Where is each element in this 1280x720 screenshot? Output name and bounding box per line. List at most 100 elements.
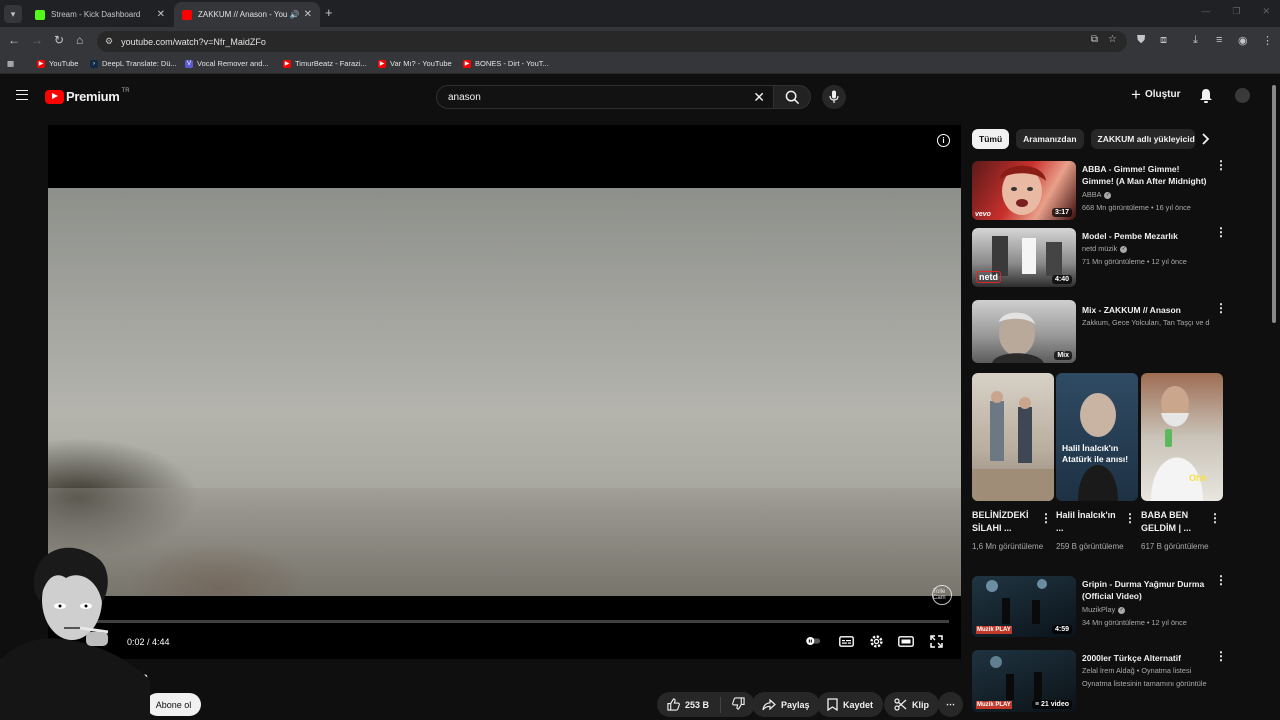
chips-next-button[interactable] xyxy=(1201,132,1210,150)
youtube-icon xyxy=(182,9,192,20)
forward-icon[interactable]: → xyxy=(31,33,43,47)
view-full-playlist[interactable]: Oynatma listesinin tamamını görüntüle xyxy=(1082,679,1207,688)
channel-name[interactable]: MuzikPlay ✓ xyxy=(1082,605,1217,614)
short-title[interactable]: BELİNİZDEKİ SİLAHI ... xyxy=(972,509,1040,535)
media-control-icon[interactable]: ≡ xyxy=(1216,34,1222,46)
short-thumbnail[interactable] xyxy=(972,373,1054,501)
close-window-icon[interactable]: ✕ xyxy=(1262,6,1270,17)
shield-icon[interactable]: ⛊ xyxy=(1137,34,1145,47)
playlist-item[interactable]: Muzik PLAY ≡ 21 video 2000ler Türkçe Alt… xyxy=(972,646,1232,712)
bookmark-youtube[interactable]: ▶ YouTube xyxy=(37,59,78,68)
video-frame[interactable] xyxy=(48,188,961,596)
video-title[interactable]: Gripin - Durma Yağmur Durma (Official Vi… xyxy=(1082,578,1212,602)
bookmark-timurbeatz[interactable]: ▶ TimurBeatz - Farazi... xyxy=(283,59,367,68)
mix-thumbnail[interactable]: Mix xyxy=(972,300,1076,363)
autoplay-icon xyxy=(805,637,821,645)
recommendation-mix[interactable]: Mix Mix - ZAKKUM // Anason Zakkum, Gece … xyxy=(972,298,1232,364)
more-options-icon[interactable] xyxy=(1215,230,1221,235)
account-avatar[interactable] xyxy=(1235,88,1250,103)
video-title[interactable]: Mix - ZAKKUM // Anason xyxy=(1082,304,1212,316)
create-button[interactable]: + Oluştur xyxy=(1131,86,1181,103)
maximize-icon[interactable]: ❐ xyxy=(1232,6,1240,17)
install-app-icon[interactable]: ⧉ xyxy=(1091,34,1098,45)
notifications-button[interactable] xyxy=(1199,88,1213,109)
channel-watermark[interactable]: Tolle Cam xyxy=(932,585,952,605)
extensions-icon[interactable]: ⧈ xyxy=(1160,34,1167,47)
bookmark-deepl[interactable]: › DeepL Translate: Dü... xyxy=(90,59,177,68)
apps-icon[interactable]: ▦ xyxy=(7,59,14,68)
short-thumbnail[interactable]: Ohh xyxy=(1141,373,1223,501)
clear-search-icon[interactable]: ✕ xyxy=(753,89,765,106)
page-scrollbar[interactable] xyxy=(1272,85,1276,323)
menu-dots-icon[interactable]: ⋮ xyxy=(1262,34,1273,47)
tab-search-button[interactable]: ▾ xyxy=(4,5,22,23)
reload-icon[interactable]: ↻ xyxy=(54,33,64,47)
video-title[interactable]: ABBA - Gimme! Gimme! Gimme! (A Man After… xyxy=(1082,163,1212,187)
autoplay-toggle[interactable] xyxy=(805,633,821,649)
short-title[interactable]: Halil İnalcık'ın ... xyxy=(1056,509,1124,535)
info-icon[interactable]: i xyxy=(937,134,950,147)
fullscreen-button[interactable] xyxy=(928,633,944,649)
recommendation-item[interactable]: vevo 3:17 ABBA - Gimme! Gimme! Gimme! (A… xyxy=(972,161,1232,223)
subscribe-button[interactable]: Abone ol xyxy=(146,693,201,716)
subtitles-button[interactable] xyxy=(838,633,854,649)
more-options-icon[interactable] xyxy=(1215,654,1221,659)
more-options-icon[interactable]: ⋮ xyxy=(1124,511,1136,525)
bookmark-var-mi[interactable]: ▶ Var Mı? - YouTube xyxy=(378,59,452,68)
site-info-icon[interactable]: ⚙ xyxy=(105,36,113,47)
search-button[interactable] xyxy=(773,85,811,109)
share-button[interactable]: Paylaş xyxy=(752,692,820,717)
more-actions-button[interactable]: ⋯ xyxy=(938,692,963,717)
more-options-icon[interactable] xyxy=(1215,163,1221,168)
bookmark-star-icon[interactable]: ☆ xyxy=(1108,34,1117,45)
playlist-thumbnail[interactable]: Muzik PLAY ≡ 21 video xyxy=(972,650,1076,712)
close-icon[interactable]: ✕ xyxy=(304,9,312,20)
video-thumbnail[interactable]: netd 4:40 xyxy=(972,228,1076,287)
speaker-icon[interactable]: 🔊 xyxy=(290,10,300,19)
dislike-button[interactable] xyxy=(732,697,745,712)
channel-name[interactable]: netd müzik ✓ xyxy=(1082,244,1217,253)
chip-all[interactable]: Tümü xyxy=(972,129,1010,149)
bookmark-bones[interactable]: ▶ BONES - Dirt - YouT... xyxy=(463,59,549,68)
video-thumbnail[interactable]: Muzik PLAY 4:59 xyxy=(972,576,1076,637)
channel-label: netd müzik xyxy=(1082,244,1118,253)
tab-youtube[interactable]: ZAKKUM // Anason - YouTube 🔊 ✕ xyxy=(174,2,320,27)
playlist-title[interactable]: 2000ler Türkçe Alternatif xyxy=(1082,652,1212,664)
download-icon[interactable]: ⤓ xyxy=(1193,34,1198,47)
channel-name[interactable]: ABBA ✓ xyxy=(1082,190,1217,199)
more-options-icon[interactable]: ⋮ xyxy=(1209,511,1221,525)
tab-kick-dashboard[interactable]: Stream - Kick Dashboard ✕ xyxy=(27,2,173,27)
recommendation-item[interactable]: Muzik PLAY 4:59 Gripin - Durma Yağmur Du… xyxy=(972,576,1232,638)
video-player[interactable]: i Tolle Cam 0:02 / 4:44 xyxy=(48,125,961,659)
minimize-icon[interactable]: — xyxy=(1201,6,1210,17)
more-options-icon[interactable]: ⋮ xyxy=(1040,511,1052,525)
more-options-icon[interactable] xyxy=(1215,578,1221,583)
like-count: 253 B xyxy=(685,699,710,710)
save-button[interactable]: Kaydet xyxy=(817,692,884,717)
short-title[interactable]: BABA BEN GELDİM | ... xyxy=(1141,509,1209,535)
video-thumbnail[interactable]: vevo 3:17 xyxy=(972,161,1076,220)
bookmark-vocal-remover[interactable]: V Vocal Remover and... xyxy=(185,59,269,68)
playlist-owner[interactable]: Zelal İrem Aldağ • Oynatma listesi xyxy=(1082,666,1217,675)
like-button[interactable]: 253 B xyxy=(667,698,709,711)
new-tab-button[interactable]: + xyxy=(325,5,333,20)
recommendation-item[interactable]: netd 4:40 Model - Pembe Mezarlık netd mü… xyxy=(972,228,1232,290)
more-options-icon[interactable] xyxy=(1215,306,1221,311)
progress-bar[interactable] xyxy=(60,620,949,623)
back-icon[interactable]: ← xyxy=(8,33,20,47)
chip-from-uploader[interactable]: ZAKKUM adlı yükleyiciden xyxy=(1090,129,1195,149)
youtube-premium-logo[interactable]: Premium TR xyxy=(45,88,130,104)
address-bar[interactable]: ⚙ youtube.com/watch?v=Nfr_MaidZFo ⧉ ☆ xyxy=(97,31,1127,52)
clip-button[interactable]: Klip xyxy=(884,692,939,717)
chip-from-search[interactable]: Aramanızdan xyxy=(1016,129,1084,149)
settings-button[interactable] xyxy=(868,633,884,649)
profile-icon[interactable]: ◉ xyxy=(1238,34,1248,47)
voice-search-button[interactable] xyxy=(822,85,846,109)
close-icon[interactable]: ✕ xyxy=(157,9,165,20)
short-thumbnail[interactable]: Halil İnalcık'ın Atatürk ile anısı! xyxy=(1056,373,1138,501)
search-input[interactable]: anason ✕ xyxy=(436,85,774,109)
menu-icon[interactable] xyxy=(16,90,28,100)
theater-mode-button[interactable] xyxy=(898,633,914,649)
home-icon[interactable]: ⌂ xyxy=(76,33,83,47)
video-title[interactable]: Model - Pembe Mezarlık xyxy=(1082,230,1212,242)
